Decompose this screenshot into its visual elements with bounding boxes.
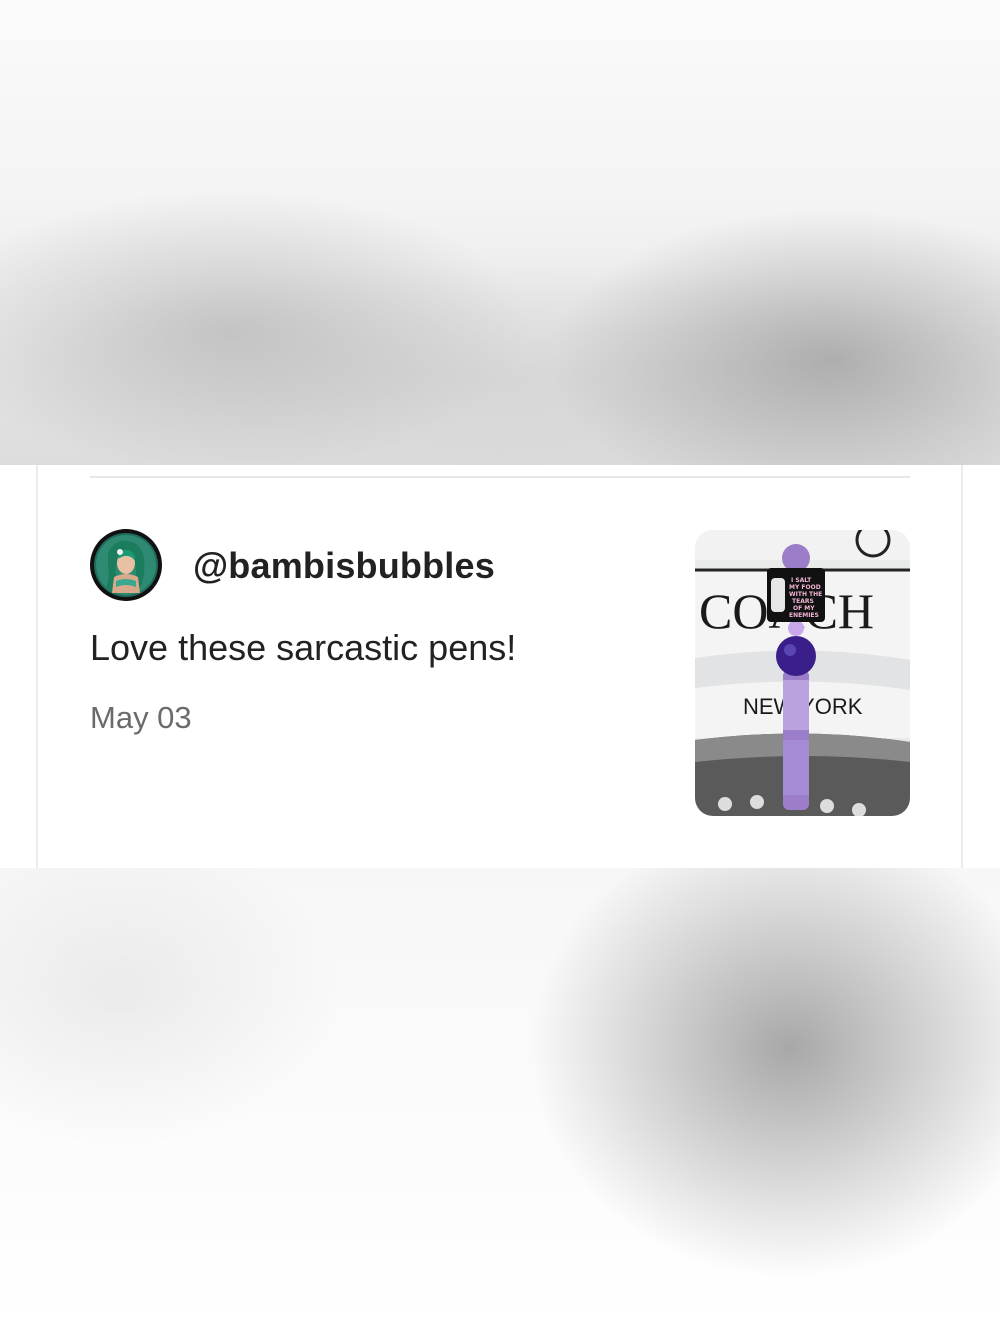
charm-text-line: OF MY: [793, 605, 815, 612]
blurred-background-bottom: [0, 868, 1000, 1333]
pen-product-photo: COACH NEW YORK I SALT MY FOOD WITH THE T…: [695, 530, 910, 816]
review-photo[interactable]: COACH NEW YORK I SALT MY FOOD WITH THE T…: [695, 530, 910, 816]
card-border-right: [961, 465, 963, 868]
divider: [90, 476, 910, 478]
charm-text-line: WITH THE: [789, 591, 822, 598]
charm-text-line: TEARS: [792, 598, 814, 605]
blurred-background-top: [0, 0, 1000, 465]
charm-text-line: I SALT: [791, 577, 812, 584]
reviewer-username[interactable]: @bambisbubbles: [193, 545, 495, 587]
review-date: May 03: [90, 700, 192, 735]
charm-text-line: ENEMIES: [789, 612, 819, 619]
card-border-left: [36, 465, 38, 868]
charm-text-line: MY FOOD: [789, 584, 821, 591]
avatar[interactable]: [90, 529, 162, 601]
mermaid-avatar-icon: [94, 533, 158, 597]
review-text: Love these sarcastic pens!: [90, 627, 517, 668]
